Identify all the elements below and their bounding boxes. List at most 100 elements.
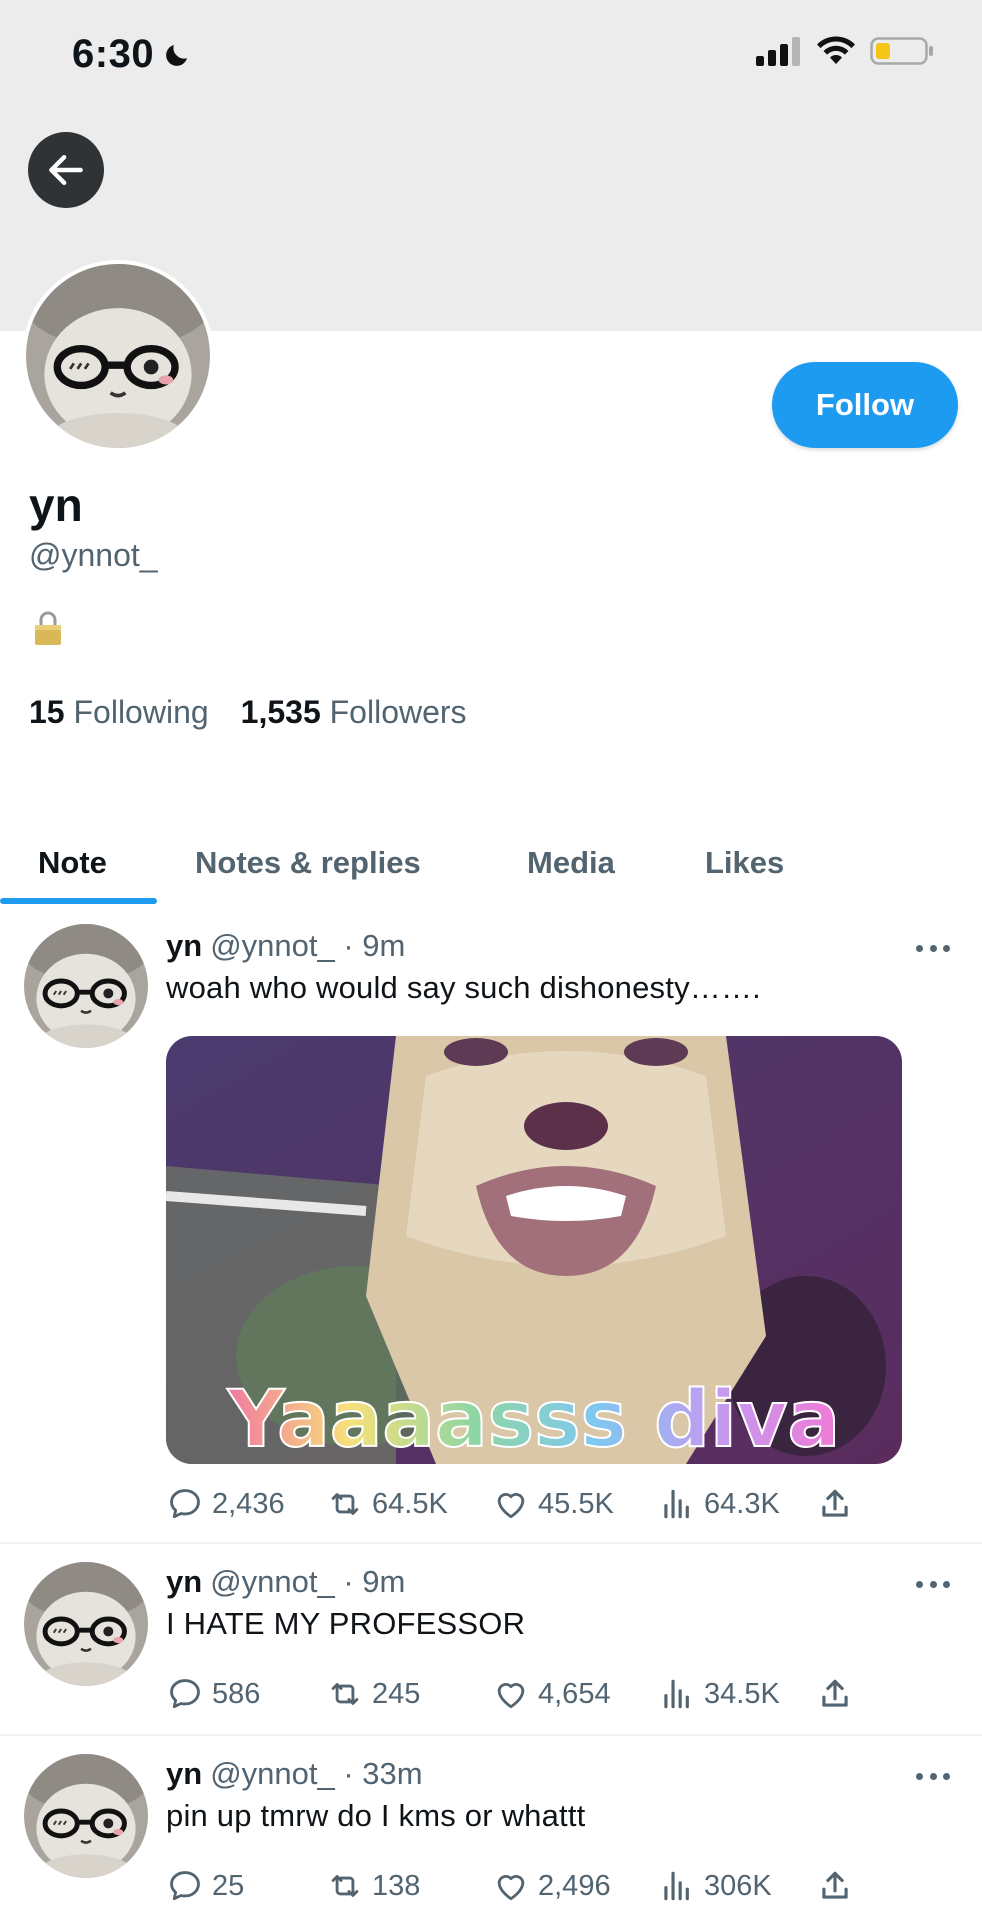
follow-button[interactable]: Follow [772, 362, 958, 448]
reply-button[interactable]: 2,436 [166, 1482, 285, 1526]
more-options-icon[interactable] [916, 1770, 950, 1782]
profile-tabs: Note Notes & replies Media Likes [0, 820, 982, 906]
status-icons [756, 36, 934, 66]
followers-stat[interactable]: 1,535 Followers [241, 694, 467, 731]
wifi-icon [817, 36, 855, 64]
views-icon [658, 1485, 696, 1523]
repost-icon [326, 1485, 364, 1523]
views-count: 34.5K [704, 1677, 780, 1710]
tweet-actions: 586 245 4,654 34.5K [166, 1672, 866, 1716]
followers-label: Followers [329, 694, 467, 730]
share-icon [816, 1675, 854, 1713]
reply-button[interactable]: 586 [166, 1672, 260, 1716]
reply-count: 586 [212, 1677, 261, 1710]
avatar-image [24, 1754, 148, 1878]
arrow-left-icon [49, 154, 83, 186]
signal-icon [756, 37, 800, 66]
repost-button[interactable]: 64.5K [326, 1482, 448, 1526]
reply-icon [166, 1675, 204, 1713]
reply-count: 25 [212, 1869, 245, 1902]
following-stat[interactable]: 15 Following [29, 694, 209, 731]
share-button[interactable] [816, 1864, 854, 1908]
tweet-handle-time: @ynnot_ · 9m [210, 1564, 406, 1599]
more-options-icon[interactable] [916, 942, 950, 954]
views-button[interactable]: 34.5K [658, 1672, 780, 1716]
share-button[interactable] [816, 1672, 854, 1716]
gif-caption: Yaaaasss diva [227, 1375, 840, 1464]
repost-count: 138 [372, 1869, 421, 1902]
views-icon [658, 1867, 696, 1905]
views-icon [658, 1675, 696, 1713]
lock-icon [33, 610, 63, 651]
tweet-handle-time: @ynnot_ · 9m [210, 928, 406, 963]
avatar-image [26, 264, 210, 448]
tweet-handle-time: @ynnot_ · 33m [210, 1756, 423, 1791]
views-count: 306K [704, 1869, 772, 1902]
profile-display-name: yn [29, 479, 83, 531]
tweet-author-name[interactable]: yn [166, 1756, 202, 1792]
moon-icon [166, 44, 188, 66]
tab-notes-replies[interactable]: Notes & replies [195, 820, 421, 906]
like-button[interactable]: 45.5K [492, 1482, 614, 1526]
back-button[interactable] [28, 132, 104, 208]
heart-icon [492, 1485, 530, 1523]
views-count: 64.3K [704, 1487, 780, 1520]
views-button[interactable]: 306K [658, 1864, 772, 1908]
reply-icon [166, 1485, 204, 1523]
avatar-image [24, 924, 148, 1048]
repost-button[interactable]: 138 [326, 1864, 420, 1908]
profile-avatar[interactable] [22, 260, 214, 452]
following-count: 15 [29, 694, 65, 730]
status-bar: 6:30 [0, 0, 982, 110]
repost-count: 245 [372, 1677, 421, 1710]
share-icon [816, 1485, 854, 1523]
status-time-text: 6:30 [72, 32, 155, 76]
views-button[interactable]: 64.3K [658, 1482, 780, 1526]
tweet-author-name[interactable]: yn [166, 928, 202, 964]
tweet-avatar[interactable] [24, 1754, 148, 1878]
like-count: 4,654 [538, 1677, 611, 1710]
tweet[interactable]: yn @ynnot_ · 9m I HATE MY PROFESSOR 586 … [0, 1544, 982, 1736]
tweet-media-gif[interactable]: Yaaaasss diva [166, 1036, 902, 1464]
followers-count: 1,535 [240, 694, 321, 730]
tweet-text: I HATE MY PROFESSOR [166, 1606, 526, 1641]
tab-media[interactable]: Media [527, 820, 615, 906]
repost-icon [326, 1867, 364, 1905]
status-time: 6:30 [72, 32, 192, 77]
share-icon [816, 1867, 854, 1905]
tweet-author-name[interactable]: yn [166, 1564, 202, 1600]
active-tab-indicator [0, 898, 157, 904]
like-button[interactable]: 4,654 [492, 1672, 611, 1716]
heart-icon [492, 1675, 530, 1713]
profile-handle: @ynnot_ [29, 537, 158, 573]
tweet-actions: 25 138 2,496 306K [166, 1864, 866, 1908]
battery-icon [870, 37, 933, 65]
reply-icon [166, 1867, 204, 1905]
heart-icon [492, 1867, 530, 1905]
tweet[interactable]: yn @ynnot_ · 9m woah who would say such … [0, 906, 982, 1544]
like-count: 2,496 [538, 1869, 611, 1902]
share-button[interactable] [816, 1482, 854, 1526]
dog-meme-image: Yaaaasss diva [166, 1036, 902, 1464]
tweet-header: yn @ynnot_ · 9m [166, 1564, 405, 1600]
following-label: Following [73, 694, 209, 730]
tab-likes[interactable]: Likes [705, 820, 784, 906]
tweet-actions: 2,436 64.5K 45.5K 64.3K [166, 1482, 866, 1526]
reply-count: 2,436 [212, 1487, 285, 1520]
more-options-icon[interactable] [916, 1578, 950, 1590]
like-count: 45.5K [538, 1487, 614, 1520]
tweet-text: pin up tmrw do I kms or whattt [166, 1798, 586, 1833]
follow-stats: 15 Following 1,535 Followers [29, 694, 467, 731]
avatar-image [24, 1562, 148, 1686]
tweet-text: woah who would say such dishonesty……. [166, 970, 761, 1005]
repost-button[interactable]: 245 [326, 1672, 420, 1716]
tweet-avatar[interactable] [24, 1562, 148, 1686]
tweet-avatar[interactable] [24, 924, 148, 1048]
tweet-header: yn @ynnot_ · 33m [166, 1756, 423, 1792]
tweet-header: yn @ynnot_ · 9m [166, 928, 405, 964]
reply-button[interactable]: 25 [166, 1864, 244, 1908]
like-button[interactable]: 2,496 [492, 1864, 611, 1908]
repost-count: 64.5K [372, 1487, 448, 1520]
tab-note[interactable]: Note [38, 820, 107, 906]
tweet[interactable]: yn @ynnot_ · 33m pin up tmrw do I kms or… [0, 1736, 982, 1920]
